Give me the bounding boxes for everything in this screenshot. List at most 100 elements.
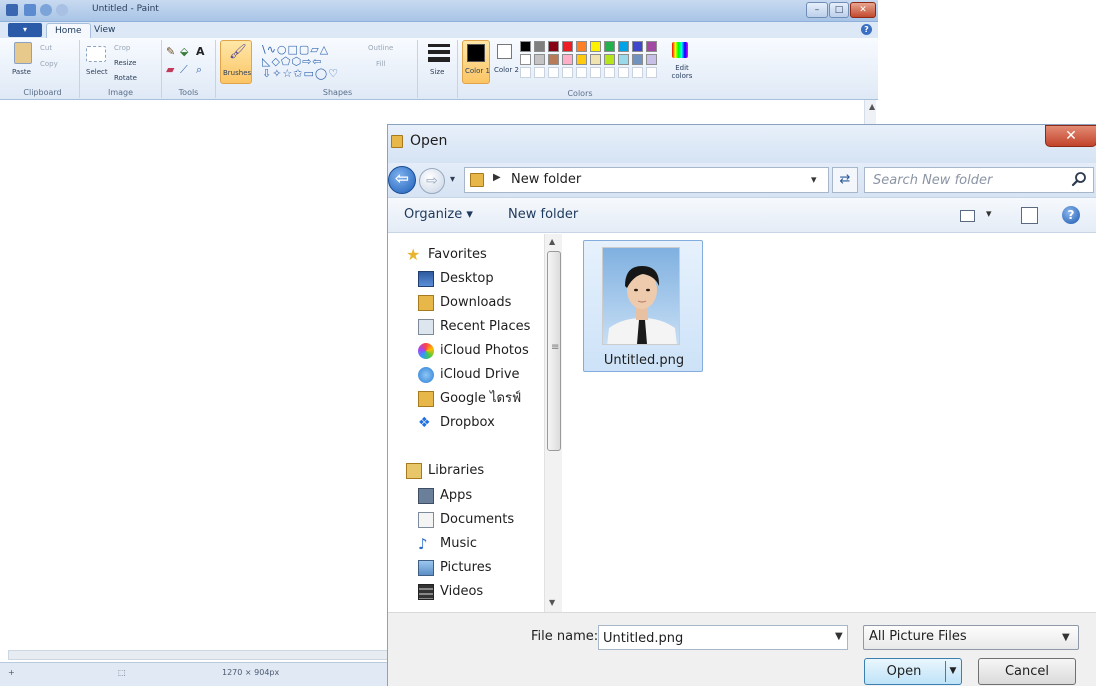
palette-empty-swatch[interactable]	[604, 67, 615, 78]
scroll-up-arrow-icon[interactable]: ▲	[869, 102, 875, 111]
palette-empty-swatch[interactable]	[632, 67, 643, 78]
paint-help-icon[interactable]: ?	[861, 24, 872, 35]
breadcrumb-chevron-icon[interactable]: ▶	[493, 172, 501, 183]
brushes-button[interactable]: 🖌 Brushes	[220, 40, 252, 84]
search-box[interactable]	[864, 167, 1094, 193]
paint-close-button[interactable]: ✕	[850, 2, 876, 18]
cancel-button[interactable]: Cancel	[978, 658, 1076, 685]
color2-button[interactable]: Color 2	[494, 40, 519, 84]
new-folder-button[interactable]: New folder	[508, 207, 578, 222]
eraser-icon[interactable]: ▰	[166, 64, 175, 75]
palette-empty-swatch[interactable]	[590, 67, 601, 78]
edit-colors-button[interactable]: Edit colors	[668, 40, 694, 84]
file-item-untitled-png[interactable]: Untitled.png	[583, 240, 703, 372]
palette-swatch[interactable]	[632, 41, 643, 52]
file-type-dropdown-icon[interactable]: ▼	[1062, 632, 1070, 643]
copy-button[interactable]: Copy	[40, 60, 58, 68]
palette-empty-swatch[interactable]	[520, 67, 531, 78]
forward-button[interactable]: ⇨	[419, 168, 445, 194]
fill-button[interactable]: Fill	[376, 60, 385, 68]
outline-button[interactable]: Outline	[368, 44, 393, 52]
palette-swatch[interactable]	[646, 54, 657, 65]
color1-button[interactable]: Color 1	[462, 40, 490, 84]
size-line-icon	[428, 44, 450, 47]
preview-pane-icon[interactable]	[1021, 207, 1038, 224]
palette-swatch[interactable]	[562, 54, 573, 65]
back-button[interactable]: ⇦	[388, 166, 416, 194]
file-type-select[interactable]: All Picture Files ▼	[863, 625, 1079, 650]
address-dropdown-icon[interactable]: ▾	[811, 173, 817, 186]
breadcrumb-current-folder[interactable]: New folder	[511, 172, 581, 187]
cut-button[interactable]: Cut	[40, 44, 52, 52]
palette-swatch[interactable]	[548, 54, 559, 65]
palette-empty-swatch[interactable]	[562, 67, 573, 78]
crop-button[interactable]: Crop	[114, 44, 130, 52]
shapes-row-3-icon[interactable]: ⇩✧☆✩▭◯♡	[262, 68, 339, 79]
redo-icon[interactable]	[56, 4, 68, 16]
view-dropdown-icon[interactable]: ▾	[986, 207, 992, 220]
palette-empty-swatch[interactable]	[534, 67, 545, 78]
undo-icon[interactable]	[40, 4, 52, 16]
pencil-icon[interactable]: ✎	[166, 46, 176, 57]
palette-swatch[interactable]	[520, 41, 531, 52]
magnifier-icon[interactable]: ⌕	[196, 64, 203, 75]
select-icon[interactable]	[86, 46, 106, 62]
palette-swatch[interactable]	[534, 41, 545, 52]
palette-empty-swatch[interactable]	[576, 67, 587, 78]
color-picker-icon[interactable]: ⟋	[180, 64, 189, 75]
nav-scroll-up-icon[interactable]: ▲	[549, 237, 555, 246]
file-name-input[interactable]	[603, 629, 823, 647]
navigation-scrollbar[interactable]: ▲ ≡ ▼	[544, 234, 562, 612]
search-icon[interactable]	[1071, 171, 1087, 187]
palette-swatch[interactable]	[604, 41, 615, 52]
paint-app-icon[interactable]	[6, 4, 18, 16]
open-split-dropdown-icon[interactable]: ▼	[945, 661, 960, 682]
palette-swatch[interactable]	[548, 41, 559, 52]
text-icon[interactable]: A	[196, 46, 206, 57]
image-group: Select Crop Resize Rotate Image	[80, 40, 162, 98]
palette-swatch[interactable]	[590, 41, 601, 52]
palette-swatch[interactable]	[576, 54, 587, 65]
organize-menu[interactable]: Organize ▾	[404, 207, 473, 222]
nav-scroll-thumb[interactable]: ≡	[547, 251, 561, 451]
select-button[interactable]: Select	[86, 68, 108, 76]
paint-menu-button[interactable]: ▾	[8, 23, 42, 37]
save-icon[interactable]	[24, 4, 36, 16]
palette-swatch[interactable]	[618, 54, 629, 65]
tab-view[interactable]: View	[86, 23, 123, 38]
resize-button[interactable]: Resize	[114, 59, 136, 67]
palette-swatch[interactable]	[576, 41, 587, 52]
dialog-help-icon[interactable]: ?	[1062, 206, 1080, 224]
change-view-icon[interactable]	[960, 210, 975, 222]
shapes-row-2-icon[interactable]: ◺◇⬠⬡⇨⇦	[262, 56, 323, 67]
rotate-button[interactable]: Rotate	[114, 74, 137, 82]
palette-empty-swatch[interactable]	[548, 67, 559, 78]
tab-home[interactable]: Home	[46, 23, 91, 38]
palette-empty-swatch[interactable]	[646, 67, 657, 78]
refresh-button[interactable]: ⇄	[832, 167, 858, 193]
palette-swatch[interactable]	[562, 41, 573, 52]
address-bar[interactable]: ▶ New folder ▾	[464, 167, 829, 193]
search-input[interactable]	[873, 171, 1063, 189]
history-dropdown-icon[interactable]: ▾	[450, 174, 455, 185]
fill-icon[interactable]: ⬙	[180, 46, 189, 57]
palette-swatch[interactable]	[534, 54, 545, 65]
palette-swatch[interactable]	[632, 54, 643, 65]
palette-empty-swatch[interactable]	[618, 67, 629, 78]
palette-swatch[interactable]	[590, 54, 601, 65]
dialog-close-button[interactable]: ✕	[1045, 125, 1096, 147]
paint-maximize-button[interactable]: □	[829, 2, 849, 18]
paste-button[interactable]: Paste	[12, 68, 31, 76]
paint-minimize-button[interactable]: –	[806, 2, 828, 18]
file-name-combobox[interactable]: ▼	[598, 625, 848, 650]
palette-swatch[interactable]	[520, 54, 531, 65]
file-name-dropdown-icon[interactable]: ▼	[835, 631, 843, 642]
nav-scroll-down-icon[interactable]: ▼	[549, 598, 555, 607]
size-button[interactable]: Size	[430, 68, 444, 76]
palette-swatch[interactable]	[646, 41, 657, 52]
palette-swatch[interactable]	[604, 54, 615, 65]
open-button[interactable]: Open ▼	[864, 658, 962, 685]
paste-icon[interactable]	[14, 42, 32, 64]
palette-swatch[interactable]	[618, 41, 629, 52]
shapes-row-1-icon[interactable]: \∿○□▢▱△	[262, 44, 329, 55]
